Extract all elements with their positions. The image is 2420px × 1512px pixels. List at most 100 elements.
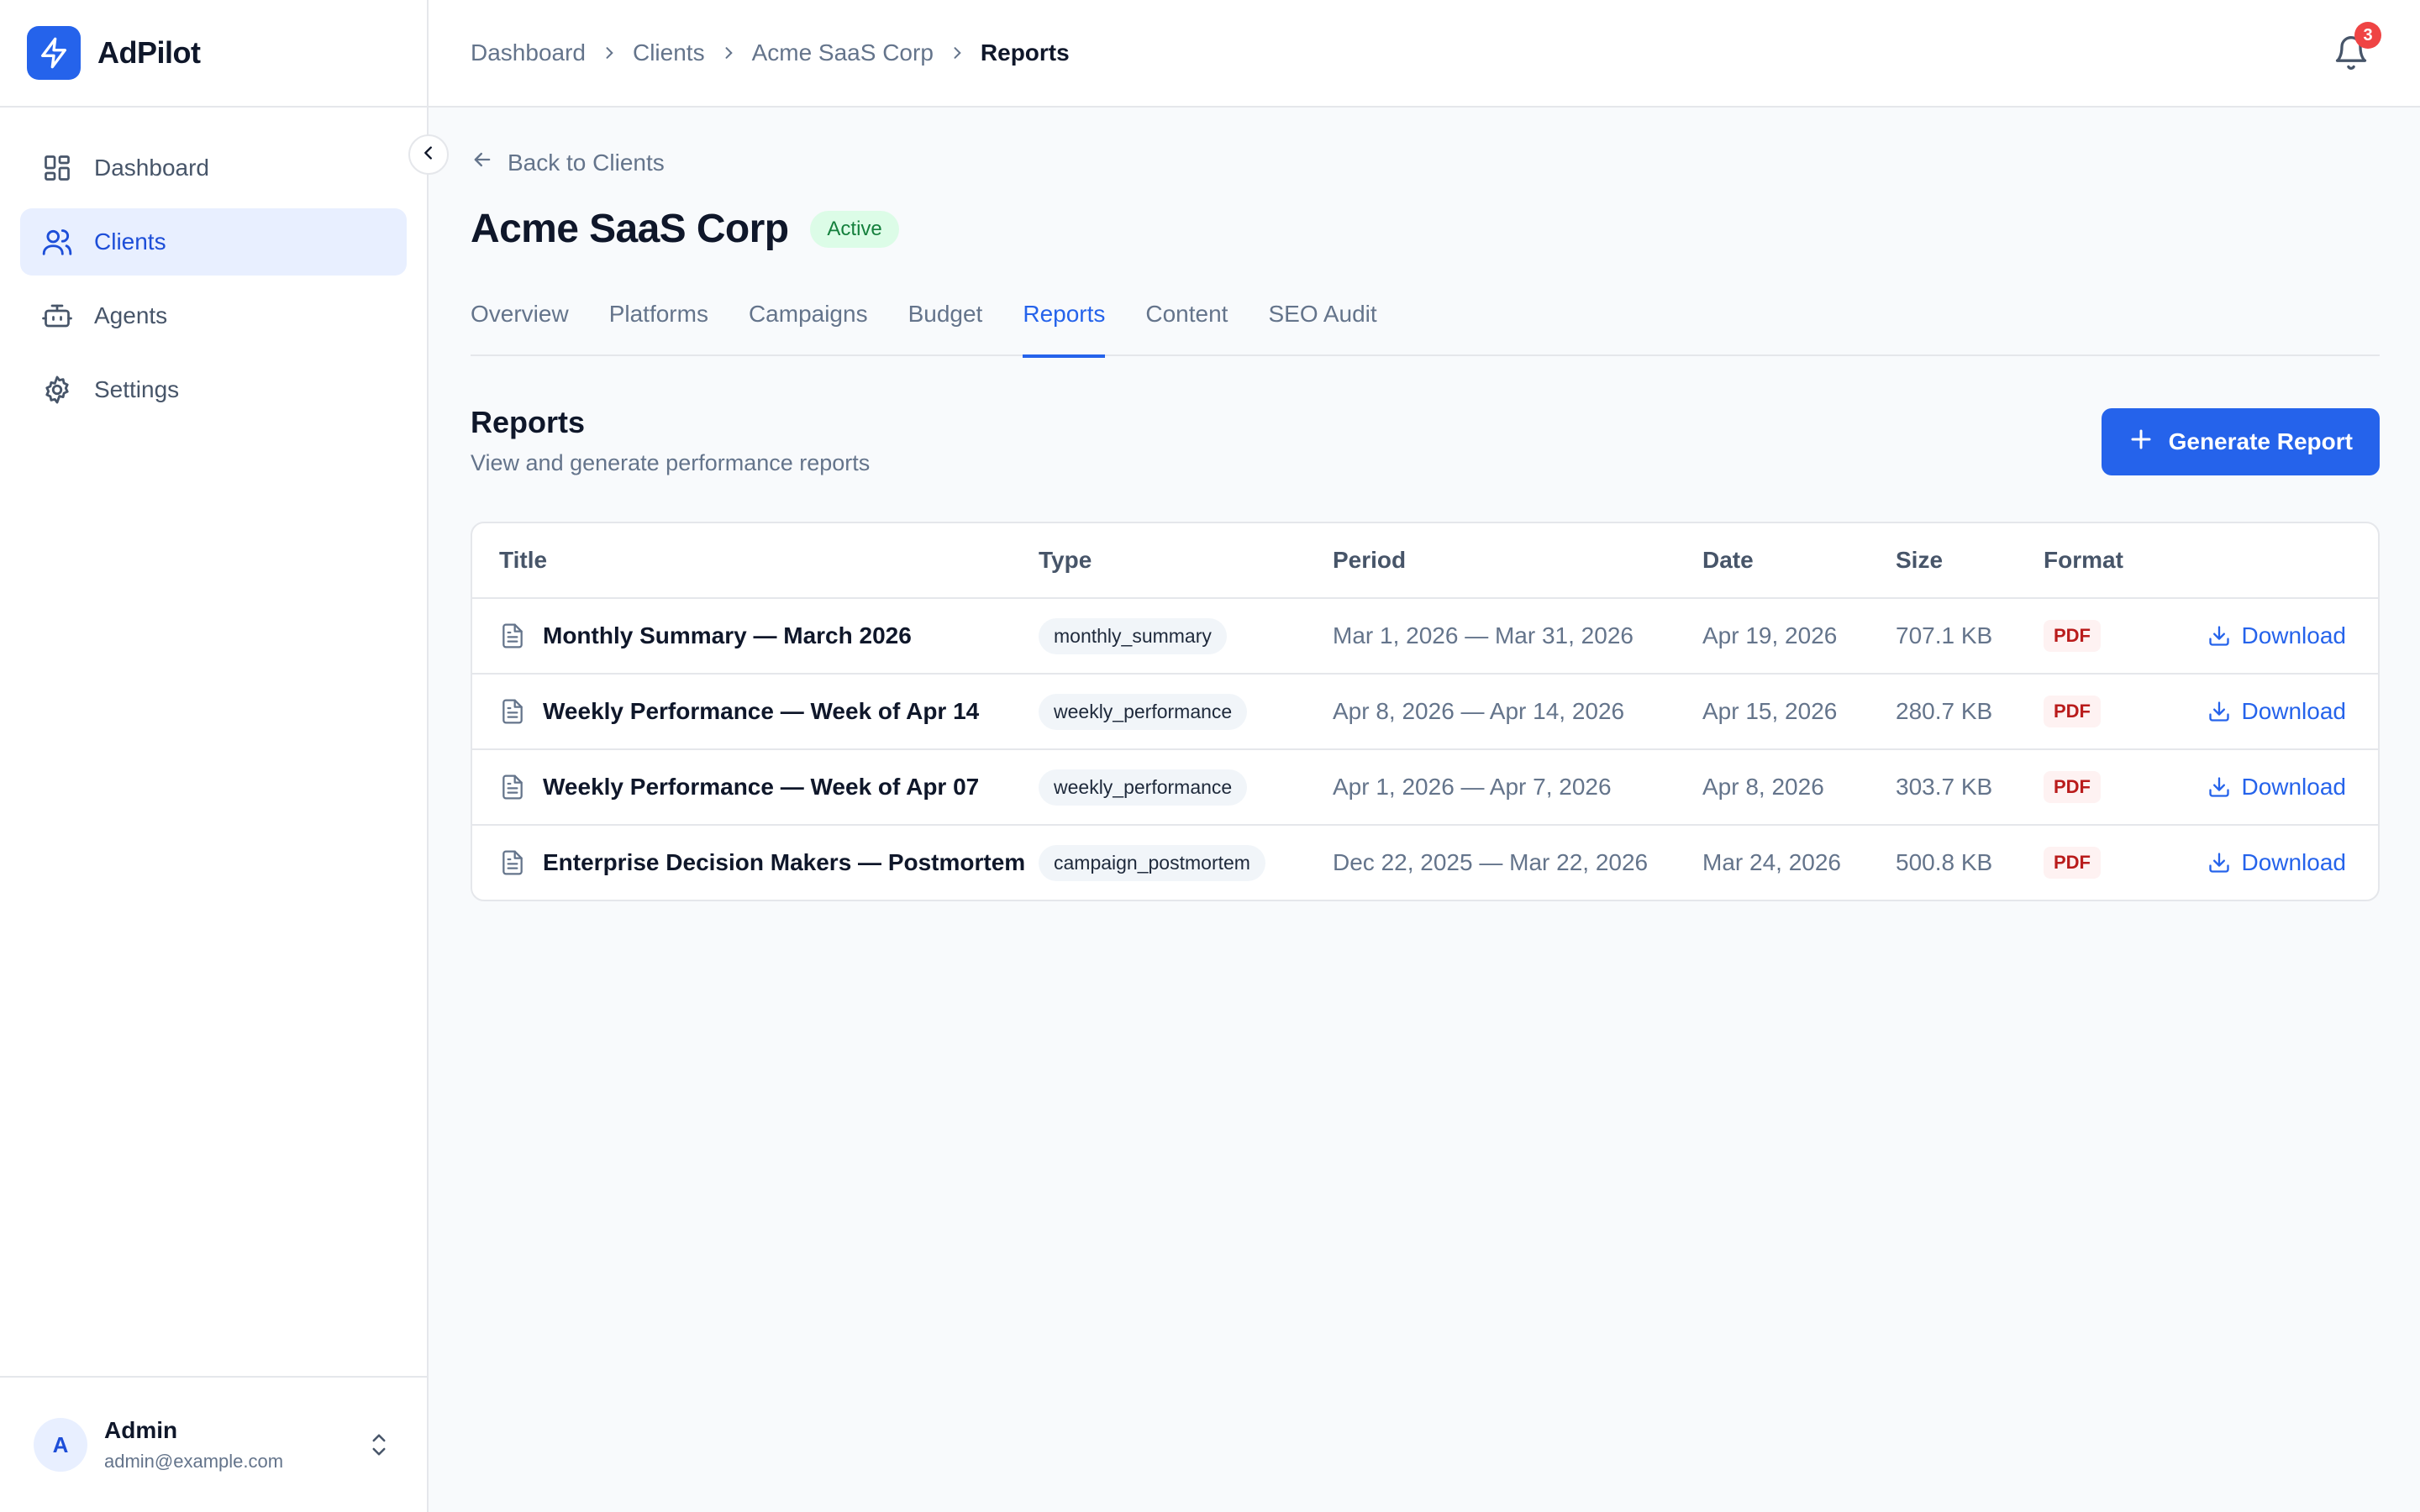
- download-label: Download: [2241, 774, 2346, 800]
- report-type-chip: monthly_summary: [1039, 617, 1227, 654]
- chevron-left-icon: [419, 144, 438, 166]
- app-name: AdPilot: [97, 35, 201, 70]
- download-label: Download: [2241, 622, 2346, 648]
- table-header: Title Type Period Date Size Format: [472, 523, 2378, 597]
- table-row: Enterprise Decision Makers — Postmortem …: [472, 824, 2378, 900]
- column-header-size: Size: [1896, 547, 1944, 573]
- user-name: Admin: [104, 1417, 178, 1443]
- tab-platforms[interactable]: Platforms: [609, 286, 708, 356]
- format-badge: PDF: [2044, 696, 2101, 727]
- page-title: Acme SaaS Corp: [471, 207, 789, 251]
- column-header-type: Type: [1039, 547, 1092, 573]
- report-period: Apr 8, 2026 — Apr 14, 2026: [1333, 698, 1625, 724]
- report-type-chip: campaign_postmortem: [1039, 844, 1265, 881]
- column-header-title: Title: [499, 547, 548, 573]
- arrow-left-icon: [471, 148, 508, 177]
- breadcrumb-client[interactable]: Acme SaaS Corp: [752, 39, 934, 66]
- tab-campaigns[interactable]: Campaigns: [749, 286, 868, 356]
- user-menu[interactable]: A Admin admin@example.com: [0, 1376, 427, 1512]
- chevron-right-icon: [720, 45, 737, 61]
- table-row: Weekly Performance — Week of Apr 07 week…: [472, 748, 2378, 824]
- format-badge: PDF: [2044, 620, 2101, 652]
- table-row: Weekly Performance — Week of Apr 14 week…: [472, 673, 2378, 748]
- back-to-clients-link[interactable]: Back to Clients: [471, 148, 665, 177]
- sidebar-item-agents[interactable]: Agents: [20, 282, 407, 349]
- report-date: Apr 8, 2026: [1702, 774, 1824, 800]
- dashboard-icon: [40, 151, 74, 185]
- chevron-right-icon: [601, 45, 618, 61]
- notification-count-badge: 3: [2354, 22, 2381, 49]
- lightning-icon: [27, 26, 81, 80]
- breadcrumb-clients[interactable]: Clients: [633, 39, 705, 66]
- report-size: 500.8 KB: [1896, 849, 1993, 875]
- users-icon: [40, 225, 74, 259]
- report-title: Monthly Summary — March 2026: [543, 622, 912, 648]
- download-link[interactable]: Download: [2207, 849, 2346, 876]
- report-size: 280.7 KB: [1896, 698, 1993, 724]
- column-header-format: Format: [2044, 547, 2123, 573]
- reports-table: Title Type Period Date Size Format Month…: [471, 522, 2380, 901]
- tab-seo-audit[interactable]: SEO Audit: [1268, 286, 1376, 356]
- sidebar-item-dashboard[interactable]: Dashboard: [20, 134, 407, 202]
- format-badge: PDF: [2044, 771, 2101, 803]
- generate-report-label: Generate Report: [2168, 428, 2353, 454]
- sidebar: AdPilot Dashboard Clients Agents Setting…: [0, 0, 429, 1512]
- column-header-period: Period: [1333, 547, 1407, 573]
- file-text-icon: [499, 848, 528, 877]
- main-content: Back to Clients Acme SaaS Corp Active Ov…: [471, 108, 2380, 901]
- file-text-icon: [499, 622, 528, 650]
- report-title: Enterprise Decision Makers — Postmortem: [543, 849, 1026, 875]
- sidebar-item-clients[interactable]: Clients: [20, 208, 407, 276]
- sidebar-item-label: Agents: [94, 302, 168, 328]
- tab-overview[interactable]: Overview: [471, 286, 569, 356]
- chevrons-up-down-icon[interactable]: [366, 1430, 392, 1464]
- sidebar-item-settings[interactable]: Settings: [20, 356, 407, 423]
- notifications-button[interactable]: 3: [2333, 22, 2381, 76]
- report-title: Weekly Performance — Week of Apr 07: [543, 774, 980, 800]
- generate-report-button[interactable]: Generate Report: [2101, 408, 2380, 475]
- topbar: Dashboard Clients Acme SaaS Corp Reports…: [429, 0, 2420, 108]
- download-link[interactable]: Download: [2207, 698, 2346, 725]
- download-label: Download: [2241, 698, 2346, 724]
- file-text-icon: [499, 773, 528, 801]
- download-icon: [2209, 853, 2230, 873]
- collapse-sidebar-button[interactable]: [408, 134, 449, 175]
- status-badge: Active: [810, 210, 899, 248]
- download-icon: [2209, 777, 2230, 797]
- tab-content[interactable]: Content: [1145, 286, 1228, 356]
- download-link[interactable]: Download: [2207, 774, 2346, 801]
- bell-icon: [2333, 36, 2370, 76]
- bot-icon: [40, 299, 74, 333]
- breadcrumb-dashboard[interactable]: Dashboard: [471, 39, 586, 66]
- download-label: Download: [2241, 849, 2346, 875]
- download-icon: [2209, 701, 2230, 722]
- sidebar-item-label: Settings: [94, 376, 180, 402]
- sidebar-item-label: Clients: [94, 228, 166, 255]
- client-tabs: Overview Platforms Campaigns Budget Repo…: [471, 286, 2380, 358]
- report-period: Dec 22, 2025 — Mar 22, 2026: [1333, 849, 1649, 875]
- back-link-label: Back to Clients: [508, 149, 665, 176]
- breadcrumb-current: Reports: [980, 39, 1070, 66]
- brand[interactable]: AdPilot: [0, 0, 427, 108]
- sidebar-nav: Dashboard Clients Agents Settings: [0, 108, 427, 423]
- gear-icon: [40, 373, 74, 407]
- column-header-date: Date: [1702, 547, 1754, 573]
- tab-budget[interactable]: Budget: [908, 286, 983, 356]
- tab-reports[interactable]: Reports: [1023, 286, 1106, 358]
- avatar: A: [34, 1418, 87, 1472]
- report-date: Apr 15, 2026: [1702, 698, 1838, 724]
- report-date: Apr 19, 2026: [1702, 622, 1838, 648]
- report-type-chip: weekly_performance: [1039, 693, 1248, 730]
- file-text-icon: [499, 697, 528, 726]
- section-subtitle: View and generate performance reports: [471, 450, 871, 475]
- user-email: admin@example.com: [104, 1451, 284, 1472]
- download-link[interactable]: Download: [2207, 622, 2346, 649]
- section-title: Reports: [471, 405, 586, 439]
- report-type-chip: weekly_performance: [1039, 769, 1248, 806]
- chevron-right-icon: [949, 45, 965, 61]
- report-title: Weekly Performance — Week of Apr 14: [543, 698, 980, 724]
- plus-icon: [2128, 427, 2169, 458]
- report-size: 707.1 KB: [1896, 622, 1993, 648]
- breadcrumb: Dashboard Clients Acme SaaS Corp Reports: [471, 39, 1070, 66]
- download-icon: [2209, 626, 2230, 646]
